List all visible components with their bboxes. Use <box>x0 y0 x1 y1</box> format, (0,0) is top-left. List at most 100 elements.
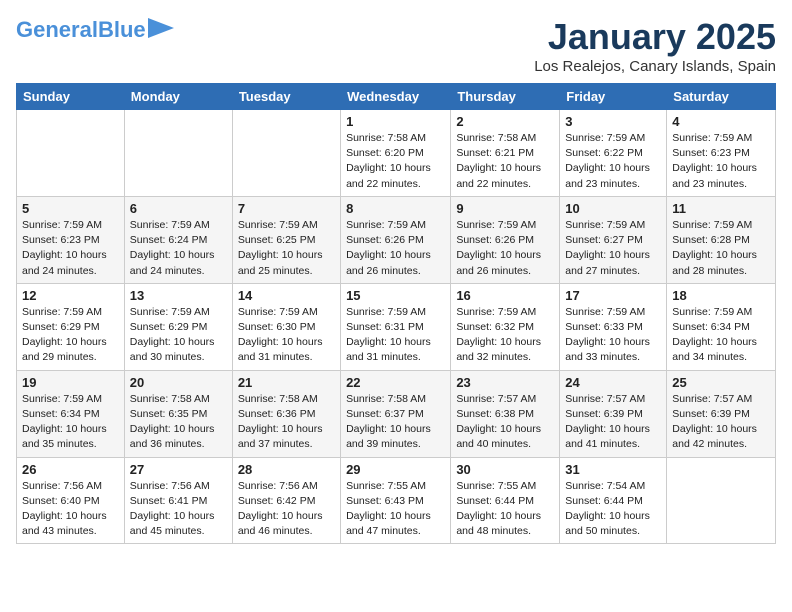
weekday-header-thursday: Thursday <box>451 84 560 110</box>
calendar-cell <box>124 110 232 197</box>
day-number: 19 <box>22 375 119 390</box>
calendar-cell: 18 Sunrise: 7:59 AMSunset: 6:34 PMDayligh… <box>667 283 776 370</box>
day-number: 24 <box>565 375 661 390</box>
day-info: Sunrise: 7:56 AMSunset: 6:40 PMDaylight:… <box>22 479 119 540</box>
weekday-header-wednesday: Wednesday <box>341 84 451 110</box>
calendar-cell: 25 Sunrise: 7:57 AMSunset: 6:39 PMDayligh… <box>667 370 776 457</box>
day-number: 1 <box>346 114 445 129</box>
calendar-cell: 22Sunrise: 7:58 AMSunset: 6:37 PMDayligh… <box>341 370 451 457</box>
calendar-cell: 16 Sunrise: 7:59 AMSunset: 6:32 PMDayligh… <box>451 283 560 370</box>
day-info: Sunrise: 7:59 AMSunset: 6:24 PMDaylight:… <box>130 218 227 279</box>
day-number: 3 <box>565 114 661 129</box>
day-info: Sunrise: 7:59 AMSunset: 6:32 PMDaylight:… <box>456 305 554 366</box>
calendar-cell: 10 Sunrise: 7:59 AMSunset: 6:27 PMDayligh… <box>560 196 667 283</box>
day-info: Sunrise: 7:58 AMSunset: 6:35 PMDaylight:… <box>130 392 227 453</box>
day-number: 12 <box>22 288 119 303</box>
weekday-header-saturday: Saturday <box>667 84 776 110</box>
calendar-cell: 24 Sunrise: 7:57 AMSunset: 6:39 PMDayligh… <box>560 370 667 457</box>
weekday-header-monday: Monday <box>124 84 232 110</box>
day-info: Sunrise: 7:59 AMSunset: 6:22 PMDaylight:… <box>565 131 661 192</box>
day-info: Sunrise: 7:59 AMSunset: 6:27 PMDaylight:… <box>565 218 661 279</box>
day-number: 2 <box>456 114 554 129</box>
weekday-header-tuesday: Tuesday <box>232 84 340 110</box>
title-section: January 2025 Los Realejos, Canary Island… <box>534 16 776 75</box>
day-info: Sunrise: 7:57 AMSunset: 6:39 PMDaylight:… <box>672 392 770 453</box>
day-number: 6 <box>130 201 227 216</box>
week-row-3: 12 Sunrise: 7:59 AMSunset: 6:29 PMDayligh… <box>17 283 776 370</box>
calendar-cell: 13 Sunrise: 7:59 AMSunset: 6:29 PMDayligh… <box>124 283 232 370</box>
calendar-cell: 30 Sunrise: 7:55 AMSunset: 6:44 PMDayligh… <box>451 457 560 544</box>
week-row-4: 19 Sunrise: 7:59 AMSunset: 6:34 PMDayligh… <box>17 370 776 457</box>
logo-arrow-icon <box>148 18 174 38</box>
calendar-cell <box>232 110 340 197</box>
calendar-cell: 1Sunrise: 7:58 AMSunset: 6:20 PMDaylight… <box>341 110 451 197</box>
calendar-cell: 28 Sunrise: 7:56 AMSunset: 6:42 PMDayligh… <box>232 457 340 544</box>
day-number: 18 <box>672 288 770 303</box>
day-info: Sunrise: 7:58 AMSunset: 6:21 PMDaylight:… <box>456 131 554 192</box>
month-title: January 2025 <box>534 16 776 58</box>
day-number: 30 <box>456 462 554 477</box>
day-info: Sunrise: 7:59 AMSunset: 6:29 PMDaylight:… <box>22 305 119 366</box>
weekday-header-friday: Friday <box>560 84 667 110</box>
day-number: 13 <box>130 288 227 303</box>
day-number: 26 <box>22 462 119 477</box>
calendar-cell: 4 Sunrise: 7:59 AMSunset: 6:23 PMDaylight… <box>667 110 776 197</box>
day-number: 8 <box>346 201 445 216</box>
day-info: Sunrise: 7:57 AMSunset: 6:38 PMDaylight:… <box>456 392 554 453</box>
day-info: Sunrise: 7:59 AMSunset: 6:26 PMDaylight:… <box>456 218 554 279</box>
calendar-table: SundayMondayTuesdayWednesdayThursdayFrid… <box>16 83 776 544</box>
calendar-cell <box>17 110 125 197</box>
calendar-cell: 3 Sunrise: 7:59 AMSunset: 6:22 PMDaylight… <box>560 110 667 197</box>
calendar-cell: 31 Sunrise: 7:54 AMSunset: 6:44 PMDayligh… <box>560 457 667 544</box>
location-title: Los Realejos, Canary Islands, Spain <box>534 58 776 75</box>
day-info: Sunrise: 7:56 AMSunset: 6:42 PMDaylight:… <box>238 479 335 540</box>
day-info: Sunrise: 7:58 AMSunset: 6:37 PMDaylight:… <box>346 392 445 453</box>
calendar-cell: 11Sunrise: 7:59 AMSunset: 6:28 PMDayligh… <box>667 196 776 283</box>
calendar-cell: 5Sunrise: 7:59 AMSunset: 6:23 PMDaylight… <box>17 196 125 283</box>
day-info: Sunrise: 7:59 AMSunset: 6:23 PMDaylight:… <box>672 131 770 192</box>
weekday-header-sunday: Sunday <box>17 84 125 110</box>
weekday-header-row: SundayMondayTuesdayWednesdayThursdayFrid… <box>17 84 776 110</box>
day-number: 17 <box>565 288 661 303</box>
calendar-cell: 26 Sunrise: 7:56 AMSunset: 6:40 PMDayligh… <box>17 457 125 544</box>
day-info: Sunrise: 7:54 AMSunset: 6:44 PMDaylight:… <box>565 479 661 540</box>
day-number: 14 <box>238 288 335 303</box>
day-info: Sunrise: 7:59 AMSunset: 6:26 PMDaylight:… <box>346 218 445 279</box>
calendar-cell: 12 Sunrise: 7:59 AMSunset: 6:29 PMDayligh… <box>17 283 125 370</box>
day-number: 25 <box>672 375 770 390</box>
calendar-cell: 7Sunrise: 7:59 AMSunset: 6:25 PMDaylight… <box>232 196 340 283</box>
calendar-cell: 19 Sunrise: 7:59 AMSunset: 6:34 PMDayligh… <box>17 370 125 457</box>
day-number: 28 <box>238 462 335 477</box>
calendar-cell: 8 Sunrise: 7:59 AMSunset: 6:26 PMDaylight… <box>341 196 451 283</box>
day-number: 7 <box>238 201 335 216</box>
day-info: Sunrise: 7:59 AMSunset: 6:30 PMDaylight:… <box>238 305 335 366</box>
week-row-1: 1Sunrise: 7:58 AMSunset: 6:20 PMDaylight… <box>17 110 776 197</box>
day-info: Sunrise: 7:58 AMSunset: 6:36 PMDaylight:… <box>238 392 335 453</box>
day-number: 21 <box>238 375 335 390</box>
day-number: 16 <box>456 288 554 303</box>
calendar-cell: 2 Sunrise: 7:58 AMSunset: 6:21 PMDaylight… <box>451 110 560 197</box>
day-info: Sunrise: 7:56 AMSunset: 6:41 PMDaylight:… <box>130 479 227 540</box>
day-number: 9 <box>456 201 554 216</box>
day-info: Sunrise: 7:59 AMSunset: 6:34 PMDaylight:… <box>672 305 770 366</box>
logo-text: GeneralBlue <box>16 19 146 41</box>
day-number: 15 <box>346 288 445 303</box>
calendar-cell: 23Sunrise: 7:57 AMSunset: 6:38 PMDayligh… <box>451 370 560 457</box>
day-number: 5 <box>22 201 119 216</box>
week-row-2: 5Sunrise: 7:59 AMSunset: 6:23 PMDaylight… <box>17 196 776 283</box>
day-info: Sunrise: 7:59 AMSunset: 6:31 PMDaylight:… <box>346 305 445 366</box>
day-info: Sunrise: 7:59 AMSunset: 6:34 PMDaylight:… <box>22 392 119 453</box>
day-info: Sunrise: 7:59 AMSunset: 6:29 PMDaylight:… <box>130 305 227 366</box>
page-header: GeneralBlue January 2025 Los Realejos, C… <box>16 16 776 75</box>
day-info: Sunrise: 7:55 AMSunset: 6:43 PMDaylight:… <box>346 479 445 540</box>
day-info: Sunrise: 7:55 AMSunset: 6:44 PMDaylight:… <box>456 479 554 540</box>
day-info: Sunrise: 7:57 AMSunset: 6:39 PMDaylight:… <box>565 392 661 453</box>
day-number: 29 <box>346 462 445 477</box>
calendar-cell: 15 Sunrise: 7:59 AMSunset: 6:31 PMDayligh… <box>341 283 451 370</box>
day-number: 4 <box>672 114 770 129</box>
logo: GeneralBlue <box>16 16 174 43</box>
day-number: 31 <box>565 462 661 477</box>
day-number: 10 <box>565 201 661 216</box>
day-number: 20 <box>130 375 227 390</box>
calendar-cell: 9 Sunrise: 7:59 AMSunset: 6:26 PMDaylight… <box>451 196 560 283</box>
